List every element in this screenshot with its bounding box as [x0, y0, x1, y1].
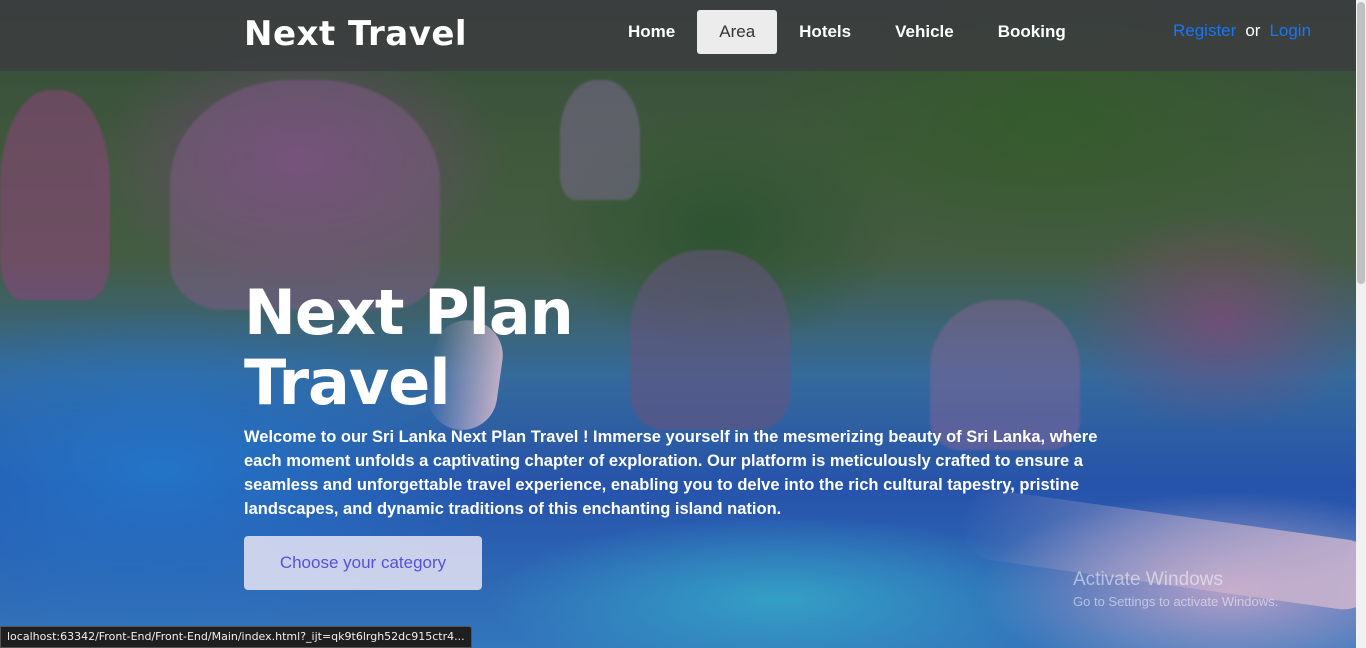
scrollbar-thumb[interactable] [1357, 2, 1365, 284]
nav-hotels[interactable]: Hotels [777, 10, 873, 54]
nav-home[interactable]: Home [606, 10, 697, 54]
browser-status-url: localhost:63342/Front-End/Front-End/Main… [0, 626, 472, 648]
headline-line-1: Next Plan [244, 276, 574, 349]
watermark-subtitle: Go to Settings to activate Windows. [1073, 594, 1279, 609]
headline-line-2: Travel [244, 346, 451, 419]
hero-intro-text: Welcome to our Sri Lanka Next Plan Trave… [244, 428, 1098, 518]
or-separator: or [1245, 21, 1261, 40]
nav-vehicle[interactable]: Vehicle [873, 10, 976, 54]
choose-category-button[interactable]: Choose your category [244, 536, 482, 590]
hero-background-image [0, 0, 1356, 648]
register-link[interactable]: Register [1173, 21, 1236, 41]
brand-logo-text[interactable]: Next Travel [244, 14, 467, 54]
nav-booking[interactable]: Booking [976, 10, 1088, 54]
top-navbar: Next Travel Home Area Hotels Vehicle Boo… [0, 0, 1356, 71]
hero-headline: Next Plan Travel [244, 276, 574, 419]
main-menu: Home Area Hotels Vehicle Booking [606, 10, 1088, 54]
watermark-title: Activate Windows [1073, 569, 1223, 590]
auth-links: Register or Login [1173, 21, 1311, 41]
nav-area[interactable]: Area [697, 10, 778, 54]
login-link[interactable]: Login [1269, 21, 1311, 41]
activate-windows-watermark: Activate Windows Go to Settings to activ… [1073, 569, 1278, 609]
page-scrollbar[interactable] [1356, 0, 1366, 648]
